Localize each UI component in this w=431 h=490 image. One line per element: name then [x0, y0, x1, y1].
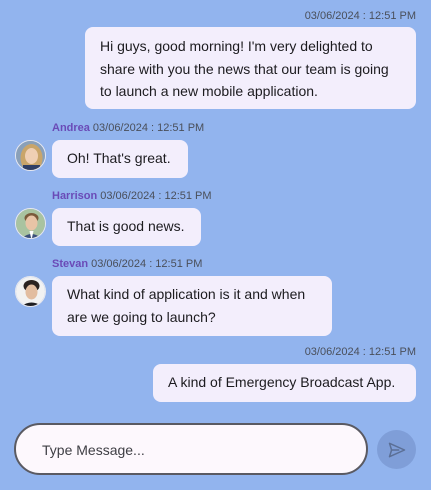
avatar-harrison: [15, 208, 46, 239]
message-timestamp: 03/06/2024 : 12:51 PM: [304, 346, 416, 358]
message-text-line: A kind of Emergency Broadcast App.: [168, 374, 396, 390]
avatar-andrea: [15, 140, 46, 171]
chat-view: 03/06/2024 : 12:51 PM Hi guys, good morn…: [0, 0, 431, 490]
message-timestamp: 03/06/2024 : 12:51 PM: [92, 122, 205, 134]
incoming-message-bubble: What kind of application is it and when …: [52, 276, 332, 336]
sender-name: Harrison: [52, 190, 98, 202]
message-text-line: What kind of application is it and when: [67, 286, 306, 302]
message-text-line: Oh! That's great.: [67, 150, 171, 166]
message-text-line: share with you the news that our team is…: [100, 60, 389, 77]
message-header: Stevan 03/06/2024 : 12:51 PM: [52, 258, 202, 270]
send-button[interactable]: [377, 430, 416, 469]
message-header: Andrea 03/06/2024 : 12:51 PM: [52, 122, 204, 134]
message-timestamp: 03/06/2024 : 12:51 PM: [100, 190, 212, 202]
message-timestamp: 03/06/2024 : 12:51 PM: [304, 10, 416, 22]
send-icon: [388, 442, 405, 457]
message-input[interactable]: [40, 425, 344, 475]
outgoing-message-bubble: Hi guys, good morning! I'm very delighte…: [85, 27, 416, 109]
message-text-line: That is good news.: [67, 218, 185, 234]
avatar-stevan: [15, 276, 46, 307]
message-text-line: to launch a new mobile application.: [100, 83, 318, 99]
message-text-line: are we going to launch?: [67, 308, 216, 325]
message-composer: [14, 423, 368, 475]
outgoing-message-bubble: A kind of Emergency Broadcast App.: [153, 364, 416, 402]
sender-name: Andrea: [52, 122, 90, 134]
sender-name: Stevan: [52, 258, 89, 270]
message-header: Harrison 03/06/2024 : 12:51 PM: [52, 190, 212, 202]
incoming-message-bubble: Oh! That's great.: [52, 140, 188, 178]
incoming-message-bubble: That is good news.: [52, 208, 201, 246]
message-text-line: Hi guys, good morning! I'm very delighte…: [100, 38, 373, 54]
message-timestamp: 03/06/2024 : 12:51 PM: [91, 258, 203, 270]
